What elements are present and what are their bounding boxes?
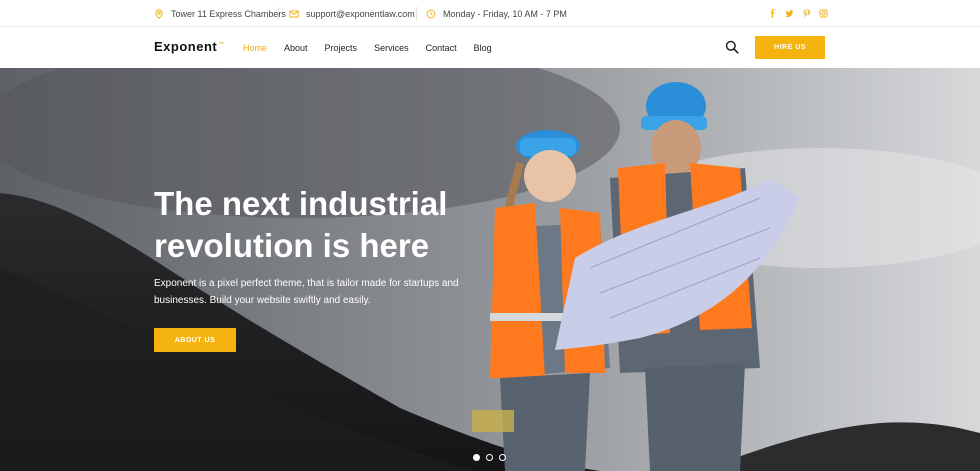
hero-description: Exponent is a pixel perfect theme, that … [154, 275, 474, 309]
facebook-icon[interactable] [764, 9, 781, 18]
hire-us-button[interactable]: HIRE US [755, 36, 825, 59]
nav-item-about[interactable]: About [284, 43, 308, 53]
nav-item-home[interactable]: Home [243, 43, 267, 53]
hero-heading-line-2: revolution is here [154, 227, 430, 264]
email-info[interactable]: support@exponentlaw.com [289, 0, 415, 27]
logo-text: Exponent [154, 39, 218, 54]
twitter-icon[interactable] [781, 9, 798, 18]
hours-text: Monday - Friday, 10 AM - 7 PM [443, 8, 567, 19]
slider-dot-3[interactable] [499, 454, 506, 461]
nav-item-contact[interactable]: Contact [426, 43, 457, 53]
main-navbar: Exponent™ Home About Projects Services C… [0, 27, 980, 68]
slider-dot-2[interactable] [486, 454, 493, 461]
hero-description-line-1: Exponent is a pixel perfect theme, that … [154, 278, 459, 289]
hero-heading: The next industrial revolution is here [154, 183, 494, 267]
search-icon[interactable] [725, 40, 739, 54]
hero-slider: The next industrial revolution is here E… [0, 68, 980, 471]
top-info-bar: Tower 11 Express Chambers support@expone… [0, 0, 980, 27]
email-text[interactable]: support@exponentlaw.com [306, 9, 415, 19]
envelope-icon [289, 10, 299, 17]
about-us-button[interactable]: ABOUT US [154, 328, 236, 352]
nav-item-blog[interactable]: Blog [474, 43, 492, 53]
site-logo[interactable]: Exponent™ [154, 39, 225, 54]
address-text: Tower 11 Express Chambers [171, 8, 286, 19]
slider-dot-1[interactable] [473, 454, 480, 461]
nav-item-services[interactable]: Services [374, 43, 409, 53]
slider-pagination [473, 454, 506, 461]
instagram-icon[interactable] [815, 9, 832, 18]
nav-item-projects[interactable]: Projects [325, 43, 358, 53]
divider [416, 7, 417, 20]
nav-menu: Home About Projects Services Contact Blo… [243, 27, 492, 68]
hours-info: Monday - Friday, 10 AM - 7 PM [426, 0, 567, 27]
location-pin-icon [155, 8, 163, 19]
hero-description-line-2: businesses. Build your website swiftly a… [154, 295, 371, 306]
social-links [764, 0, 832, 27]
logo-trademark: ™ [218, 41, 225, 48]
divider [278, 7, 279, 20]
clock-icon [426, 9, 436, 18]
hero-background-image [0, 68, 980, 471]
address-info: Tower 11 Express Chambers [154, 0, 286, 27]
pinterest-icon[interactable] [798, 9, 815, 18]
hero-heading-line-1: The next industrial [154, 185, 448, 222]
